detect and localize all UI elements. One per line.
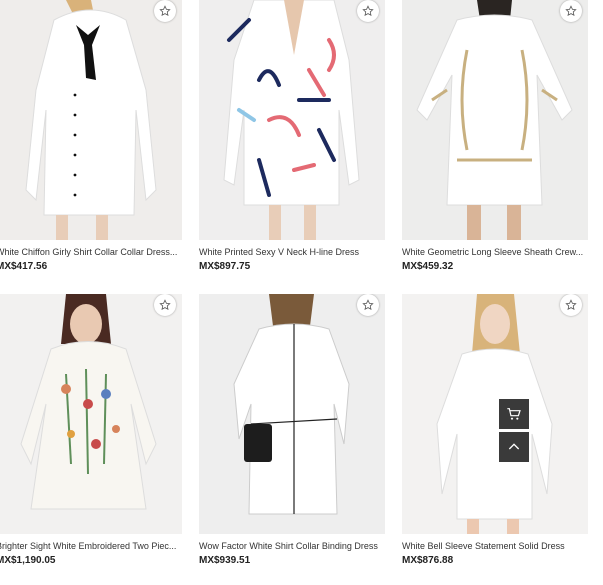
star-outline-icon bbox=[565, 5, 577, 17]
product-image[interactable] bbox=[0, 294, 182, 534]
star-outline-icon bbox=[159, 299, 171, 311]
favorite-button[interactable] bbox=[560, 0, 582, 22]
product-image[interactable] bbox=[199, 0, 385, 240]
product-price: MX$459.32 bbox=[402, 261, 454, 272]
product-price: MX$417.56 bbox=[0, 261, 48, 272]
star-outline-icon bbox=[362, 5, 374, 17]
product-price: MX$897.75 bbox=[199, 261, 251, 272]
product-photo bbox=[402, 0, 588, 240]
product-title[interactable]: White Printed Sexy V Neck H-line Dress bbox=[199, 247, 385, 258]
product-title[interactable]: White Chiffon Girly Shirt Collar Collar … bbox=[0, 247, 182, 258]
product-title[interactable]: White Bell Sleeve Statement Solid Dress bbox=[402, 541, 588, 552]
product-title[interactable]: White Geometric Long Sleeve Sheath Crew.… bbox=[402, 247, 588, 258]
product-image[interactable] bbox=[0, 0, 182, 240]
product-card[interactable]: Brighter Sight White Embroidered Two Pie… bbox=[0, 294, 182, 566]
product-photo bbox=[0, 294, 182, 534]
product-card[interactable]: White Bell Sleeve Statement Solid Dress … bbox=[402, 294, 588, 566]
product-price: MX$939.51 bbox=[199, 555, 251, 566]
product-price: MX$1,190.05 bbox=[0, 555, 56, 566]
product-photo bbox=[199, 0, 385, 240]
product-image[interactable] bbox=[199, 294, 385, 534]
back-to-top-button[interactable] bbox=[499, 432, 529, 462]
star-outline-icon bbox=[159, 5, 171, 17]
product-card[interactable]: Wow Factor White Shirt Collar Binding Dr… bbox=[199, 294, 385, 566]
favorite-button[interactable] bbox=[357, 294, 379, 316]
star-outline-icon bbox=[362, 299, 374, 311]
product-image[interactable] bbox=[402, 294, 588, 534]
product-image[interactable] bbox=[402, 0, 588, 240]
favorite-button[interactable] bbox=[154, 294, 176, 316]
product-photo bbox=[199, 294, 385, 534]
favorite-button[interactable] bbox=[154, 0, 176, 22]
favorite-button[interactable] bbox=[357, 0, 379, 22]
star-outline-icon bbox=[565, 299, 577, 311]
product-photo bbox=[0, 0, 182, 240]
product-price: MX$876.88 bbox=[402, 555, 454, 566]
shopping-cart-icon bbox=[507, 408, 521, 420]
favorite-button[interactable] bbox=[560, 294, 582, 316]
product-photo bbox=[402, 294, 588, 534]
product-card[interactable]: White Geometric Long Sleeve Sheath Crew.… bbox=[402, 0, 588, 272]
product-card[interactable]: White Printed Sexy V Neck H-line Dress M… bbox=[199, 0, 385, 272]
cart-button[interactable] bbox=[499, 399, 529, 429]
product-title[interactable]: Brighter Sight White Embroidered Two Pie… bbox=[0, 541, 182, 552]
chevron-up-icon bbox=[508, 443, 520, 450]
product-title[interactable]: Wow Factor White Shirt Collar Binding Dr… bbox=[199, 541, 385, 552]
product-card[interactable]: White Chiffon Girly Shirt Collar Collar … bbox=[0, 0, 182, 272]
